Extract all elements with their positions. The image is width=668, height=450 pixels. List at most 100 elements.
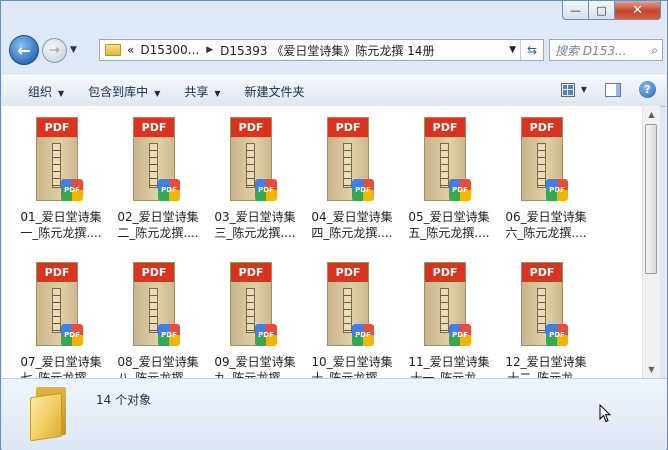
view-dropdown-icon[interactable]: ▼	[581, 85, 587, 94]
file-name-line1: 06_爱日堂诗集	[505, 210, 587, 224]
title-strip	[343, 143, 352, 188]
file-item[interactable]: PDF PDF 07_爱日堂诗集七_陈元龙撰....	[17, 255, 105, 378]
share-menu[interactable]: 共享 ▼	[184, 83, 220, 100]
breadcrumb-segment-current[interactable]: D15393 《爱日堂诗集》陈元龙撰 14册	[220, 42, 434, 59]
file-name-line1: 01_爱日堂诗集	[20, 210, 102, 224]
file-name-line2: 七_陈元龙撰....	[20, 371, 102, 378]
pdf-file-icon: PDF PDF	[36, 262, 86, 348]
pdf-reader-badge-icon: PDF	[352, 179, 374, 201]
file-name-line1: 10_爱日堂诗集	[311, 355, 393, 369]
change-view-icon[interactable]	[560, 82, 575, 97]
maximize-button[interactable]: □	[589, 1, 615, 20]
organize-label: 组织	[28, 84, 53, 99]
file-name-line1: 03_爱日堂诗集	[214, 210, 296, 224]
file-name-line1: 05_爱日堂诗集	[408, 210, 490, 224]
file-name: 08_爱日堂诗集 八_陈元龙撰....	[114, 354, 202, 378]
help-icon[interactable]: ?	[639, 81, 656, 98]
file-name: 09_爱日堂诗集 九_陈元龙撰....	[211, 354, 299, 378]
close-button[interactable]: ✕	[615, 1, 661, 20]
pdf-reader-badge-icon: PDF	[352, 324, 374, 346]
pdf-label: PDF	[425, 263, 465, 282]
pdf-reader-badge-icon: PDF	[449, 179, 471, 201]
breadcrumb-segment-parent[interactable]: D15300...	[140, 43, 199, 57]
chevron-right-icon[interactable]: ▶	[206, 45, 213, 55]
back-button[interactable]: ←	[9, 35, 39, 65]
pdf-label: PDF	[37, 118, 77, 137]
recent-pages-dropdown[interactable]: ▼	[70, 45, 77, 55]
breadcrumb-overflow[interactable]: «	[127, 43, 134, 57]
file-name: 12_爱日堂诗集十二_陈元龙...	[502, 354, 590, 378]
pdf-file-icon: PDF PDF	[133, 117, 183, 203]
preview-pane-icon[interactable]	[605, 82, 621, 97]
scroll-thumb[interactable]	[645, 124, 657, 274]
file-item[interactable]: PDF PDF 02_爱日堂诗集 二_陈元龙撰....	[114, 110, 202, 250]
file-name-line2: 十_陈元龙撰....	[311, 371, 393, 378]
pdf-label: PDF	[328, 263, 368, 282]
pdf-label: PDF	[231, 118, 271, 137]
file-name-line1: 12_爱日堂诗集	[505, 355, 587, 369]
folder-icon	[105, 44, 121, 56]
refresh-icon[interactable]: ⇆	[520, 40, 543, 60]
title-strip	[246, 143, 255, 188]
forward-arrow-icon: →	[49, 43, 60, 58]
file-item[interactable]: PDF PDF 11_爱日堂诗集 十一_陈元龙...	[405, 255, 493, 378]
search-input[interactable]: 搜索 D153... ⌕	[549, 39, 663, 61]
address-dropdown-icon[interactable]: ▼	[509, 45, 516, 55]
file-name-line2: 四_陈元龙撰....	[311, 226, 393, 240]
file-name-line2: 八_陈元龙撰....	[117, 371, 199, 378]
pdf-file-icon: PDF PDF	[424, 262, 474, 348]
chevron-down-icon: ▼	[154, 88, 161, 98]
scroll-up-icon[interactable]: ▲	[643, 106, 660, 123]
pdf-file-icon: PDF PDF	[521, 117, 571, 203]
pdf-reader-badge-icon: PDF	[61, 179, 83, 201]
file-item[interactable]: PDF PDF 03_爱日堂诗集 三_陈元龙撰....	[211, 110, 299, 250]
title-strip	[52, 143, 61, 188]
file-item[interactable]: PDF PDF 04_爱日堂诗集 四_陈元龙撰....	[308, 110, 396, 250]
file-item[interactable]: PDF PDF 01_爱日堂诗集 一_陈元龙撰....	[17, 110, 105, 250]
new-folder-button[interactable]: 新建文件夹	[245, 83, 305, 100]
search-placeholder: 搜索 D153...	[555, 43, 627, 58]
file-name-line1: 04_爱日堂诗集	[311, 210, 393, 224]
title-strip	[537, 288, 546, 333]
file-name-line2: 十二_陈元龙...	[507, 371, 585, 378]
pdf-label: PDF	[134, 118, 174, 137]
file-name-line2: 二_陈元龙撰....	[117, 226, 199, 240]
chevron-down-icon: ▼	[58, 88, 65, 98]
title-strip	[343, 288, 352, 333]
file-name-line2: 一_陈元龙撰....	[20, 226, 102, 240]
file-item[interactable]: PDF PDF 06_爱日堂诗集 六_陈元龙撰....	[502, 110, 590, 250]
file-list: PDF PDF 01_爱日堂诗集 一_陈元龙撰.... PDF PDF 02_爱日堂诗集 二_…	[2, 106, 642, 378]
pdf-reader-badge-icon: PDF	[546, 324, 568, 346]
address-bar[interactable]: « D15300... ▶ D15393 《爱日堂诗集》陈元龙撰 14册 ▼ ⇆	[99, 39, 544, 61]
file-item[interactable]: PDF PDF 10_爱日堂诗集十_陈元龙撰....	[308, 255, 396, 378]
file-name-line1: 07_爱日堂诗集	[20, 355, 102, 369]
file-item[interactable]: PDF PDF 09_爱日堂诗集 九_陈元龙撰....	[211, 255, 299, 378]
pdf-file-icon: PDF PDF	[230, 117, 280, 203]
forward-button[interactable]: →	[42, 38, 67, 63]
file-name: 03_爱日堂诗集 三_陈元龙撰....	[211, 209, 299, 241]
file-item[interactable]: PDF PDF 08_爱日堂诗集 八_陈元龙撰....	[114, 255, 202, 378]
pdf-label: PDF	[37, 263, 77, 282]
file-item[interactable]: PDF PDF 05_爱日堂诗集 五_陈元龙撰....	[405, 110, 493, 250]
organize-menu[interactable]: 组织 ▼	[28, 83, 64, 100]
navigation-bar: ← → ▼ « D15300... ▶ D15393 《爱日堂诗集》陈元龙撰 1…	[9, 35, 663, 65]
scroll-down-icon[interactable]: ▼	[643, 361, 660, 378]
file-item[interactable]: PDF PDF 12_爱日堂诗集 十二_陈元龙...	[502, 255, 590, 378]
include-in-library-menu[interactable]: 包含到库中 ▼	[88, 83, 160, 100]
search-icon[interactable]: ⌕	[651, 43, 658, 58]
file-name-line2: 九_陈元龙撰....	[214, 371, 296, 378]
file-name: 05_爱日堂诗集 五_陈元龙撰....	[405, 209, 493, 241]
folder-icon	[30, 387, 72, 442]
title-strip	[52, 288, 61, 333]
vertical-scrollbar[interactable]: ▲ ▼	[642, 106, 660, 378]
pdf-reader-badge-icon: PDF	[255, 179, 277, 201]
title-strip	[537, 143, 546, 188]
back-arrow-icon: ←	[17, 40, 31, 60]
minimize-button[interactable]: —	[562, 1, 589, 20]
file-name: 02_爱日堂诗集 二_陈元龙撰....	[114, 209, 202, 241]
file-name: 01_爱日堂诗集 一_陈元龙撰....	[17, 209, 105, 241]
file-name: 04_爱日堂诗集 四_陈元龙撰....	[308, 209, 396, 241]
file-name: 06_爱日堂诗集 六_陈元龙撰....	[502, 209, 590, 241]
item-count: 14 个对象	[96, 393, 152, 407]
title-strip	[440, 143, 449, 188]
